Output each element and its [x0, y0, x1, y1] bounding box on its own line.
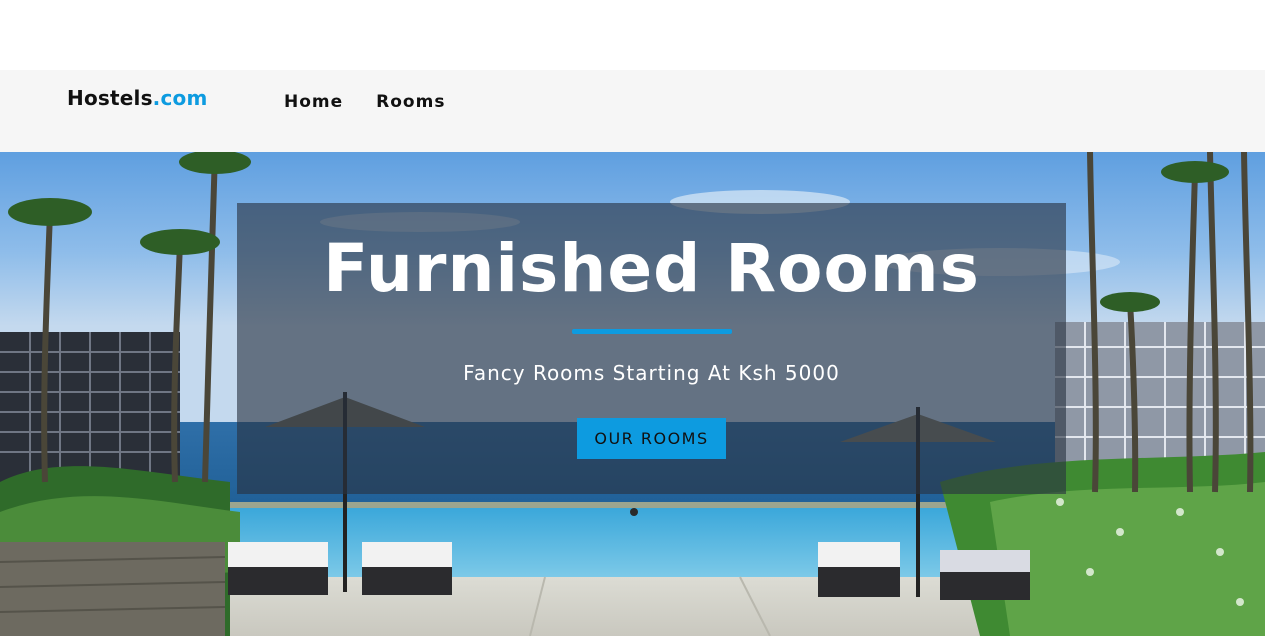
our-rooms-button[interactable]: OUR ROOMS: [577, 418, 726, 459]
hero-section: Furnished Rooms Fancy Rooms Starting At …: [0, 152, 1265, 636]
navbar: Hostels.com Home Rooms: [0, 70, 1265, 152]
logo-main-text: Hostels: [67, 86, 153, 110]
nav-link-rooms[interactable]: Rooms: [376, 92, 445, 112]
logo-accent-text: .com: [152, 86, 208, 110]
top-spacer: [0, 0, 1265, 70]
hero-banner: Furnished Rooms Fancy Rooms Starting At …: [237, 203, 1066, 494]
site-logo[interactable]: Hostels.com: [67, 86, 208, 110]
nav-link-home[interactable]: Home: [284, 92, 343, 112]
title-divider: [571, 329, 732, 334]
hero-subtitle: Fancy Rooms Starting At Ksh 5000: [463, 361, 840, 385]
hero-title: Furnished Rooms: [323, 230, 980, 307]
nav-links: Home Rooms: [284, 92, 445, 112]
